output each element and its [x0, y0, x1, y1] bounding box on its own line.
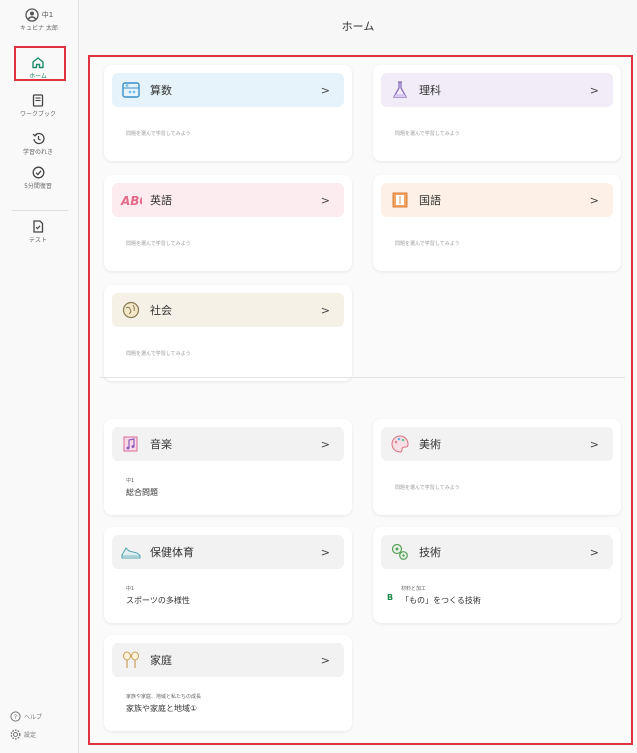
- card-subtitle: 問題を選んで学習してみよう: [395, 485, 460, 491]
- subject-title: 技術: [419, 546, 441, 559]
- help-link[interactable]: ? ヘルプ: [10, 711, 42, 722]
- card-header[interactable]: 理科 >: [381, 73, 613, 107]
- sidebar-item-label: 学習のれき: [22, 149, 53, 156]
- gear-icon: [10, 729, 21, 740]
- sidebar-divider: [12, 210, 68, 211]
- chevron-right-icon: >: [320, 653, 330, 667]
- card-grade: 家族や家庭、地域と私たちの成長: [126, 694, 202, 700]
- card-subtitle: 問題を選んで学習してみよう: [126, 351, 191, 357]
- subject-card-science[interactable]: 理科 > 問題を選んで学習してみよう: [373, 65, 621, 161]
- card-header[interactable]: 国語 >: [381, 183, 613, 217]
- card-task: 「もの」をつくる技術: [401, 596, 481, 605]
- shoe-icon: [120, 541, 142, 563]
- sidebar-item-review[interactable]: 5分間復習: [8, 166, 68, 190]
- globe-icon: [120, 299, 142, 321]
- check-circle-icon: [32, 166, 44, 179]
- user-grade: 中1: [41, 11, 54, 19]
- chevron-right-icon: >: [320, 545, 330, 559]
- sidebar-item-label: ホーム: [29, 73, 47, 80]
- subject-title: 保健体育: [150, 546, 194, 559]
- chevron-right-icon: >: [320, 83, 330, 97]
- card-header[interactable]: 算数 >: [112, 73, 344, 107]
- sidebar-item-label: テスト: [28, 237, 47, 244]
- help-label: ヘルプ: [24, 714, 43, 721]
- sidebar-item-home[interactable]: ホーム: [8, 56, 68, 80]
- subject-card-art[interactable]: 美術 > 問題を選んで学習してみよう: [373, 419, 621, 515]
- sidebar-item-label: 5分間復習: [24, 183, 52, 190]
- card-header[interactable]: 音楽 >: [112, 427, 344, 461]
- sidebar: 中1 キュビナ 太郎 ホーム ワークブック 学習のれき 5分間復習 テスト ? …: [0, 0, 79, 753]
- card-header[interactable]: 保健体育 >: [112, 535, 344, 569]
- abacus-icon: [120, 79, 142, 101]
- subject-card-social[interactable]: 社会 > 問題を選んで学習してみよう: [104, 285, 352, 381]
- book-icon: [32, 94, 44, 107]
- notebook-icon: [389, 189, 411, 211]
- sidebar-item-workbook[interactable]: ワークブック: [8, 94, 68, 118]
- subject-title: 社会: [150, 304, 172, 317]
- document-icon: [33, 220, 44, 233]
- chevron-right-icon: >: [589, 193, 599, 207]
- subject-card-japanese[interactable]: 国語 > 問題を選んで学習してみよう: [373, 175, 621, 271]
- subject-grid: 算数 > 問題を選んで学習してみよう 理科 > 問題を選んで学習してみよう AB…: [88, 55, 633, 745]
- subject-title: 音楽: [150, 438, 172, 451]
- subject-title: 理科: [419, 84, 441, 97]
- svg-text:?: ?: [14, 713, 17, 721]
- sidebar-item-label: ワークブック: [19, 111, 56, 118]
- subject-card-math[interactable]: 算数 > 問題を選んで学習してみよう: [104, 65, 352, 161]
- help-icon: ?: [10, 711, 21, 722]
- page-header: ホーム: [79, 0, 637, 52]
- subject-title: 国語: [419, 194, 441, 207]
- abc-icon: ABC: [120, 189, 142, 211]
- user-profile[interactable]: 中1 キュビナ 太郎: [0, 8, 78, 32]
- settings-label: 設定: [24, 732, 37, 739]
- card-header[interactable]: 技術 >: [381, 535, 613, 569]
- card-task: 総合問題: [126, 488, 158, 497]
- card-subtitle: 問題を選んで学習してみよう: [126, 241, 191, 247]
- card-subtitle: 問題を選んで学習してみよう: [395, 241, 460, 247]
- subject-card-pe[interactable]: 保健体育 > 中1 スポーツの多様性: [104, 527, 352, 623]
- subject-card-english[interactable]: ABC 英語 > 問題を選んで学習してみよう: [104, 175, 352, 271]
- card-task: 家族や家庭と地域①: [126, 704, 198, 713]
- card-header[interactable]: 家庭 >: [112, 643, 344, 677]
- card-header[interactable]: 美術 >: [381, 427, 613, 461]
- subject-card-music[interactable]: 音楽 > 中1 総合問題: [104, 419, 352, 515]
- subject-title: 美術: [419, 438, 441, 451]
- card-subtitle: 問題を選んで学習してみよう: [126, 131, 191, 137]
- user-icon: [25, 8, 39, 22]
- chevron-right-icon: >: [589, 83, 599, 97]
- card-subtitle: 問題を選んで学習してみよう: [395, 131, 460, 137]
- svg-text:ABC: ABC: [120, 194, 142, 208]
- chevron-right-icon: >: [589, 437, 599, 451]
- sidebar-item-test[interactable]: テスト: [8, 220, 68, 244]
- chevron-right-icon: >: [320, 303, 330, 317]
- user-name: キュビナ 太郎: [20, 25, 58, 32]
- card-grade: 中1: [126, 586, 135, 592]
- page-title: ホーム: [341, 20, 375, 33]
- subject-card-technology[interactable]: 技術 > B 材料と加工 「もの」をつくる技術: [373, 527, 621, 623]
- chevron-right-icon: >: [320, 193, 330, 207]
- card-task: スポーツの多様性: [126, 596, 190, 605]
- subject-title: 算数: [150, 84, 172, 97]
- section-divider: [100, 377, 625, 378]
- music-icon: [120, 433, 142, 455]
- flask-icon: [389, 79, 411, 101]
- card-header[interactable]: ABC 英語 >: [112, 183, 344, 217]
- subject-card-home-economics[interactable]: 家庭 > 家族や家庭、地域と私たちの成長 家族や家庭と地域①: [104, 635, 352, 731]
- palette-icon: [389, 433, 411, 455]
- card-header[interactable]: 社会 >: [112, 293, 344, 327]
- settings-link[interactable]: 設定: [10, 729, 36, 740]
- subject-title: 英語: [150, 194, 172, 207]
- chevron-right-icon: >: [589, 545, 599, 559]
- home-icon: [32, 57, 44, 69]
- gears-icon: [389, 541, 411, 563]
- subject-title: 家庭: [150, 654, 172, 667]
- card-grade: 中1: [126, 478, 135, 484]
- chopsticks-icon: [120, 649, 142, 671]
- unit-badge: B: [387, 593, 394, 602]
- card-grade: 材料と加工: [401, 586, 427, 592]
- sidebar-item-history[interactable]: 学習のれき: [8, 132, 68, 156]
- history-icon: [32, 132, 45, 145]
- chevron-right-icon: >: [320, 437, 330, 451]
